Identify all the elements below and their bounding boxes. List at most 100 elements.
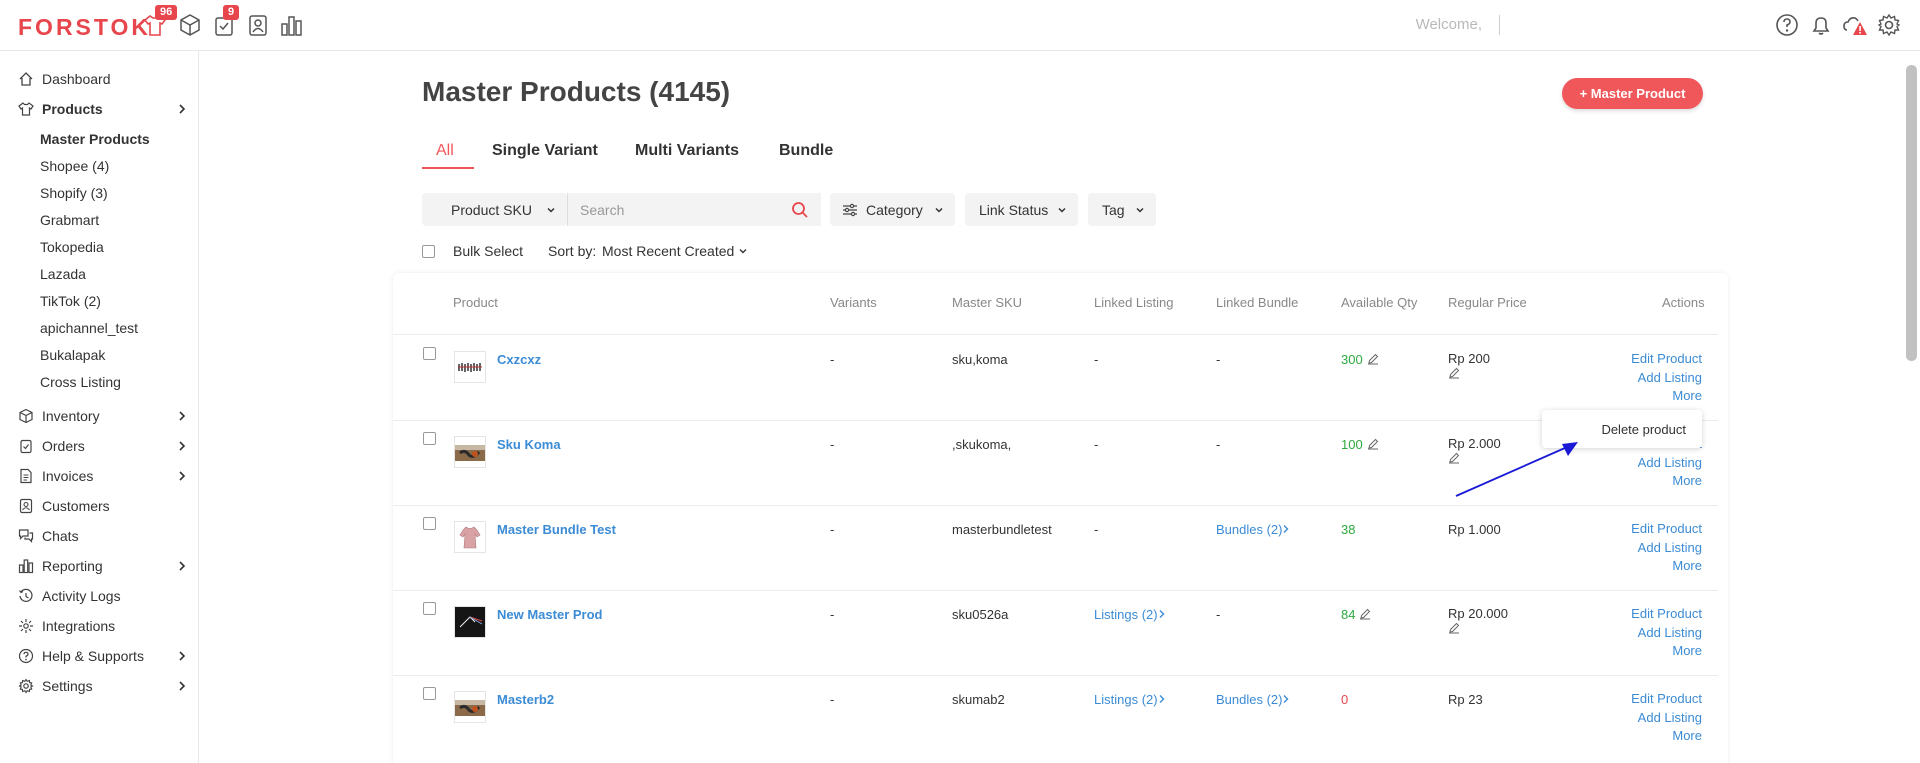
more-link[interactable]: More: [1631, 387, 1702, 406]
search-icon[interactable]: [791, 201, 809, 224]
page-scrollbar[interactable]: [1906, 65, 1917, 361]
sidebar-sub-master-products[interactable]: Master Products: [40, 131, 150, 151]
bulk-select-checkbox[interactable]: [422, 245, 435, 258]
add-listing-link[interactable]: Add Listing: [1631, 454, 1702, 473]
product-thumbnail[interactable]: [454, 436, 486, 468]
sidebar-item-products[interactable]: Products: [18, 97, 188, 121]
linked-bundles-link[interactable]: Bundles (2): [1216, 692, 1290, 707]
category-filter[interactable]: Category: [830, 193, 955, 226]
variants-value: -: [830, 692, 835, 707]
sidebar-item-label: Inventory: [42, 408, 100, 424]
sidebar-sub-lazada[interactable]: Lazada: [40, 266, 86, 286]
sidebar-item-inventory[interactable]: Inventory: [18, 404, 188, 428]
master-sku-value: masterbundletest: [952, 522, 1052, 537]
add-listing-link[interactable]: Add Listing: [1631, 369, 1702, 388]
link-status-filter[interactable]: Link Status: [965, 193, 1078, 226]
sidebar-sub-apichannel-test[interactable]: apichannel_test: [40, 320, 138, 340]
edit-product-link[interactable]: Edit Product: [1631, 690, 1702, 709]
more-link[interactable]: More: [1631, 557, 1702, 576]
variants-value: -: [830, 352, 835, 367]
tag-filter[interactable]: Tag: [1088, 193, 1156, 226]
forstok-logo[interactable]: FORSTOK: [18, 14, 151, 41]
sidebar-sub-shopify[interactable]: Shopify (3): [40, 185, 108, 205]
linked-listings-link[interactable]: Listings (2): [1094, 607, 1166, 622]
tab-single-variant[interactable]: Single Variant: [492, 142, 598, 160]
sort-dropdown[interactable]: Most Recent Created: [602, 243, 748, 259]
row-checkbox[interactable]: [423, 432, 436, 445]
cloud-alert-icon[interactable]: [1842, 12, 1868, 38]
tab-multi-variants[interactable]: Multi Variants: [635, 142, 739, 160]
row-checkbox[interactable]: [423, 517, 436, 530]
contact-card-icon: [18, 498, 34, 514]
more-link[interactable]: More: [1631, 727, 1702, 746]
bar-chart-icon: [18, 558, 34, 574]
product-name-link[interactable]: Master Bundle Test: [497, 522, 616, 537]
search-field-select[interactable]: Product SKU: [422, 193, 567, 226]
edit-product-link[interactable]: Edit Product: [1631, 520, 1702, 539]
product-thumbnail[interactable]: [454, 521, 486, 553]
sidebar-item-customers[interactable]: Customers: [18, 494, 188, 518]
linked-listings-link[interactable]: Listings (2): [1094, 692, 1166, 707]
settings-gear-icon[interactable]: [1876, 12, 1902, 38]
sidebar-sub-grabmart[interactable]: Grabmart: [40, 212, 99, 232]
sidebar-item-invoices[interactable]: Invoices: [18, 464, 188, 488]
document-icon: [18, 468, 34, 484]
product-name-link[interactable]: Cxzcxz: [497, 352, 541, 367]
sidebar-sub-cross-listing[interactable]: Cross Listing: [40, 374, 121, 394]
product-thumbnail[interactable]: [454, 351, 486, 383]
row-checkbox[interactable]: [423, 687, 436, 700]
link-status-filter-label: Link Status: [979, 201, 1049, 218]
reporting-chart-icon[interactable]: [279, 12, 305, 38]
customers-contact-icon[interactable]: [245, 12, 271, 38]
edit-product-link[interactable]: Edit Product: [1631, 605, 1702, 624]
linked-bundles-link[interactable]: Bundles (2): [1216, 522, 1290, 537]
delete-product-option[interactable]: Delete product: [1601, 422, 1686, 437]
row-divider: [393, 590, 1718, 591]
edit-product-link[interactable]: Edit Product: [1631, 350, 1702, 369]
sidebar-sub-tiktok[interactable]: TikTok (2): [40, 293, 101, 313]
add-listing-link[interactable]: Add Listing: [1631, 539, 1702, 558]
product-name-link[interactable]: Sku Koma: [497, 437, 561, 452]
header-divider: [393, 334, 1718, 335]
sidebar-item-dashboard[interactable]: Dashboard: [18, 67, 188, 91]
product-thumbnail[interactable]: [454, 691, 486, 723]
column-header-actions: Actions: [1662, 295, 1705, 310]
product-thumbnail[interactable]: [454, 606, 486, 638]
notification-bell-icon[interactable]: [1808, 12, 1834, 38]
sidebar-item-activity-logs[interactable]: Activity Logs: [18, 584, 188, 608]
tab-all[interactable]: All: [436, 142, 454, 160]
sort-value: Most Recent Created: [602, 243, 735, 259]
available-qty: 84: [1341, 607, 1371, 622]
sidebar-sub-tokopedia[interactable]: Tokopedia: [40, 239, 104, 259]
sidebar-item-label: Reporting: [42, 558, 103, 574]
sidebar-item-integrations[interactable]: Integrations: [18, 614, 188, 638]
help-icon[interactable]: [1774, 12, 1800, 38]
add-listing-link[interactable]: Add Listing: [1631, 709, 1702, 728]
variants-value: -: [830, 437, 835, 452]
product-name-link[interactable]: New Master Prod: [497, 607, 602, 622]
welcome-text: Welcome,: [1415, 16, 1482, 33]
add-listing-link[interactable]: Add Listing: [1631, 624, 1702, 643]
search-input[interactable]: [567, 193, 821, 226]
row-checkbox[interactable]: [423, 347, 436, 360]
sidebar-sub-bukalapak[interactable]: Bukalapak: [40, 347, 105, 367]
add-master-product-button[interactable]: + Master Product: [1562, 78, 1703, 109]
sidebar-item-reporting[interactable]: Reporting: [18, 554, 188, 578]
product-name-link[interactable]: Masterb2: [497, 692, 554, 707]
edit-pencil-icon: [1367, 353, 1378, 365]
inventory-box-icon[interactable]: [177, 12, 203, 38]
sidebar-item-chats[interactable]: Chats: [18, 524, 188, 548]
row-actions: Edit Product Add Listing More: [1631, 350, 1702, 406]
sidebar-item-settings[interactable]: Settings: [18, 674, 188, 698]
row-checkbox[interactable]: [423, 602, 436, 615]
sidebar-sub-shopee[interactable]: Shopee (4): [40, 158, 109, 178]
more-link[interactable]: More: [1631, 642, 1702, 661]
tab-bundle[interactable]: Bundle: [779, 142, 833, 160]
more-link[interactable]: More: [1631, 472, 1702, 491]
sidebar-item-help[interactable]: Help & Supports: [18, 644, 188, 668]
sidebar: Dashboard Products Master Products Shope…: [0, 51, 199, 763]
sidebar-item-orders[interactable]: Orders: [18, 434, 188, 458]
regular-price: Rp 1.000: [1448, 522, 1501, 537]
column-header-product: Product: [453, 295, 498, 310]
sidebar-item-label: Integrations: [42, 618, 116, 634]
